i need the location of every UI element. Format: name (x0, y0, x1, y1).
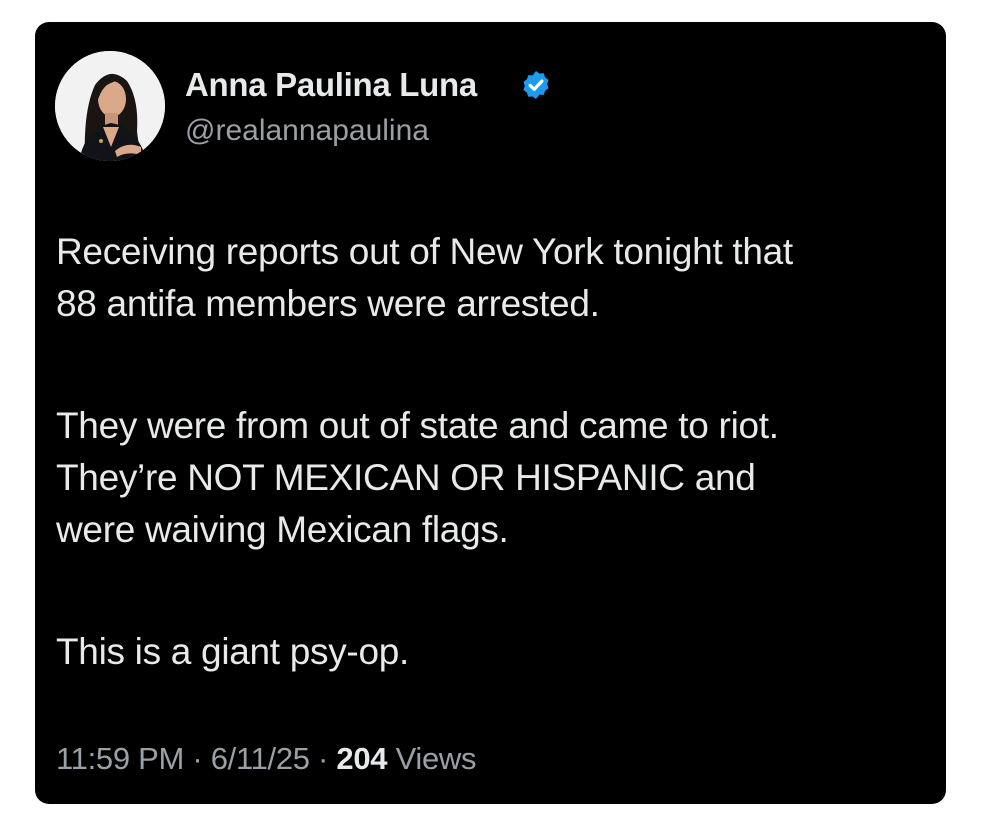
tweet-line: This is a giant psy-op. (56, 631, 409, 672)
tweet-line: They were from out of state and came to … (56, 405, 779, 446)
tweet-time[interactable]: 11:59 PM (56, 741, 184, 776)
views-label: Views (395, 741, 477, 776)
author-avatar[interactable] (55, 51, 165, 161)
tweet-line: They’re NOT MEXICAN OR HISPANIC and (56, 457, 756, 498)
profile-photo (55, 51, 165, 161)
views-count: 204 (336, 741, 388, 776)
tweet-line: Receiving reports out of New York tonigh… (56, 231, 793, 272)
tweet-paragraph-3: This is a giant psy-op. (56, 626, 936, 678)
separator: · (318, 741, 329, 776)
author-handle[interactable]: @realannapaulina (185, 114, 429, 148)
tweet-metadata: 11:59 PM · 6/11/25 · 204 Views (56, 741, 477, 777)
verified-badge-icon (523, 71, 549, 99)
tweet-line: were waiving Mexican flags. (56, 509, 509, 550)
tweet-card: Anna Paulina Luna @realannapaulina Recei… (35, 22, 946, 804)
tweet-line: 88 antifa members were arrested. (56, 283, 600, 324)
tweet-paragraph-1: Receiving reports out of New York tonigh… (56, 226, 936, 330)
separator: · (192, 741, 203, 776)
author-display-name[interactable]: Anna Paulina Luna (185, 66, 477, 104)
tweet-paragraph-2: They were from out of state and came to … (56, 400, 936, 556)
tweet-date[interactable]: 6/11/25 (211, 741, 310, 776)
